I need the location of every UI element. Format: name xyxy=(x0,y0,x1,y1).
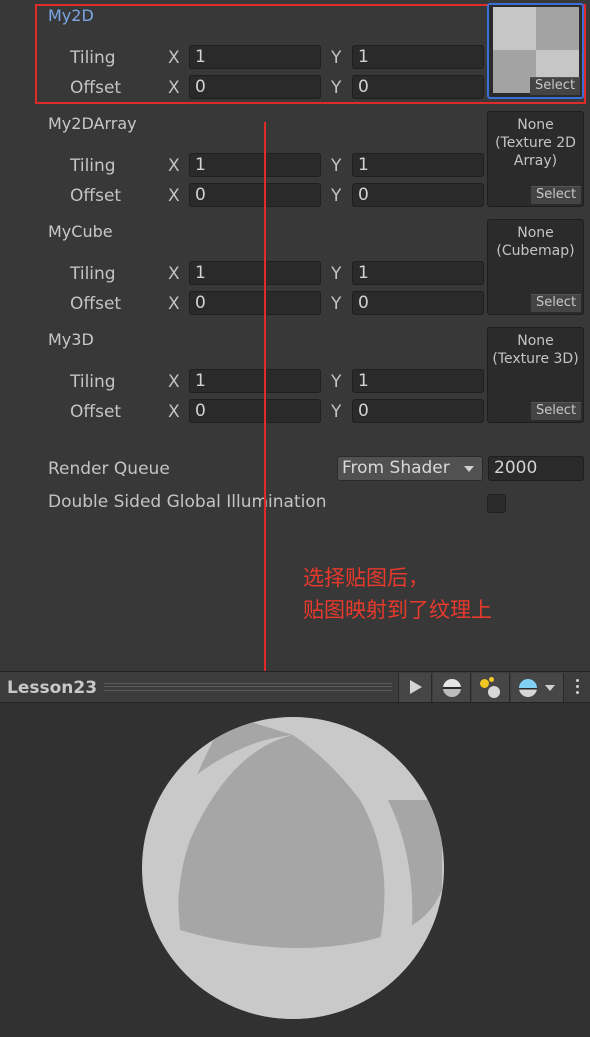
axis-y-label: Y xyxy=(331,402,342,422)
tiling-x-field[interactable]: 1 xyxy=(189,45,321,69)
preview-mesh-button[interactable] xyxy=(433,673,471,702)
property-title-mycube: MyCube xyxy=(48,222,113,241)
more-icon[interactable] xyxy=(572,678,584,698)
texture-none-label: None (Cubemap) xyxy=(496,225,575,259)
preview-light-button[interactable] xyxy=(472,673,510,702)
tiling-y-field[interactable]: 1 xyxy=(352,261,484,285)
preview-skybox-dropdown[interactable] xyxy=(511,673,564,702)
play-button[interactable] xyxy=(398,673,432,702)
tiling-label: Tiling xyxy=(70,372,116,392)
select-button[interactable]: Select xyxy=(531,402,581,420)
texture-none-label: None (Texture 3D) xyxy=(492,333,579,367)
texture-slot-my3d[interactable]: None (Texture 3D) Select xyxy=(487,327,584,423)
tiling-label: Tiling xyxy=(70,48,116,68)
offset-y-field[interactable]: 0 xyxy=(352,183,484,207)
offset-label: Offset xyxy=(70,402,122,422)
render-queue-dropdown-value: From Shader xyxy=(342,458,450,478)
tiling-x-field[interactable]: 1 xyxy=(189,153,321,177)
double-sided-gi-label: Double Sided Global Illumination xyxy=(48,492,327,512)
texture-slot-my2darray[interactable]: None (Texture 2D Array) Select xyxy=(487,111,584,207)
axis-x-label: X xyxy=(168,264,180,284)
light-icon xyxy=(480,677,504,699)
property-title-my3d: My3D xyxy=(48,330,94,349)
tiling-x-field[interactable]: 1 xyxy=(189,261,321,285)
tiling-label: Tiling xyxy=(70,264,116,284)
chevron-down-icon xyxy=(545,685,555,691)
annotation-text-line2: 贴图映射到了纹理上 xyxy=(303,598,492,622)
tiling-y-field[interactable]: 1 xyxy=(352,45,484,69)
axis-y-label: Y xyxy=(331,264,342,284)
axis-y-label: Y xyxy=(331,186,342,206)
offset-y-field[interactable]: 0 xyxy=(352,75,484,99)
sphere-icon xyxy=(443,679,461,697)
offset-x-field[interactable]: 0 xyxy=(189,291,321,315)
axis-x-label: X xyxy=(168,48,180,68)
axis-y-label: Y xyxy=(331,294,342,314)
play-icon xyxy=(410,680,422,694)
render-queue-value-field[interactable]: 2000 xyxy=(488,456,584,481)
double-sided-gi-checkbox[interactable] xyxy=(487,494,506,513)
axis-y-label: Y xyxy=(331,78,342,98)
axis-x-label: X xyxy=(168,78,180,98)
render-queue-dropdown[interactable]: From Shader xyxy=(337,456,483,481)
offset-x-field[interactable]: 0 xyxy=(189,399,321,423)
offset-label: Offset xyxy=(70,186,122,206)
tiling-y-field[interactable]: 1 xyxy=(352,153,484,177)
axis-x-label: X xyxy=(168,294,180,314)
skybox-icon xyxy=(519,679,537,697)
preview-drag-handle[interactable] xyxy=(104,683,392,691)
offset-y-field[interactable]: 0 xyxy=(352,399,484,423)
axis-y-label: Y xyxy=(331,372,342,392)
offset-x-field[interactable]: 0 xyxy=(189,75,321,99)
axis-x-label: X xyxy=(168,186,180,206)
preview-sphere xyxy=(142,717,444,1019)
tiling-y-field[interactable]: 1 xyxy=(352,369,484,393)
offset-label: Offset xyxy=(70,78,122,98)
select-button[interactable]: Select xyxy=(531,186,581,204)
annotation-text-line1: 选择贴图后， xyxy=(303,566,429,590)
axis-x-label: X xyxy=(168,402,180,422)
offset-label: Offset xyxy=(70,294,122,314)
axis-y-label: Y xyxy=(331,48,342,68)
texture-none-label: None (Texture 2D Array) xyxy=(495,117,576,169)
axis-x-label: X xyxy=(168,372,180,392)
tiling-x-field[interactable]: 1 xyxy=(189,369,321,393)
offset-y-field[interactable]: 0 xyxy=(352,291,484,315)
tiling-label: Tiling xyxy=(70,156,116,176)
annotation-arrow-line xyxy=(264,122,266,682)
offset-x-field[interactable]: 0 xyxy=(189,183,321,207)
property-title-my2darray: My2DArray xyxy=(48,114,137,133)
axis-x-label: X xyxy=(168,156,180,176)
texture-slot-mycube[interactable]: None (Cubemap) Select xyxy=(487,219,584,315)
chevron-down-icon xyxy=(464,466,474,472)
select-button[interactable]: Select xyxy=(531,294,581,312)
preview-title: Lesson23 xyxy=(7,678,98,698)
axis-y-label: Y xyxy=(331,156,342,176)
property-title-my2d: My2D xyxy=(48,6,94,25)
render-queue-label: Render Queue xyxy=(48,459,170,479)
preview-viewport[interactable] xyxy=(0,703,590,1037)
texture-slot-my2d[interactable]: Select xyxy=(487,3,584,99)
select-button[interactable]: Select xyxy=(530,77,580,95)
